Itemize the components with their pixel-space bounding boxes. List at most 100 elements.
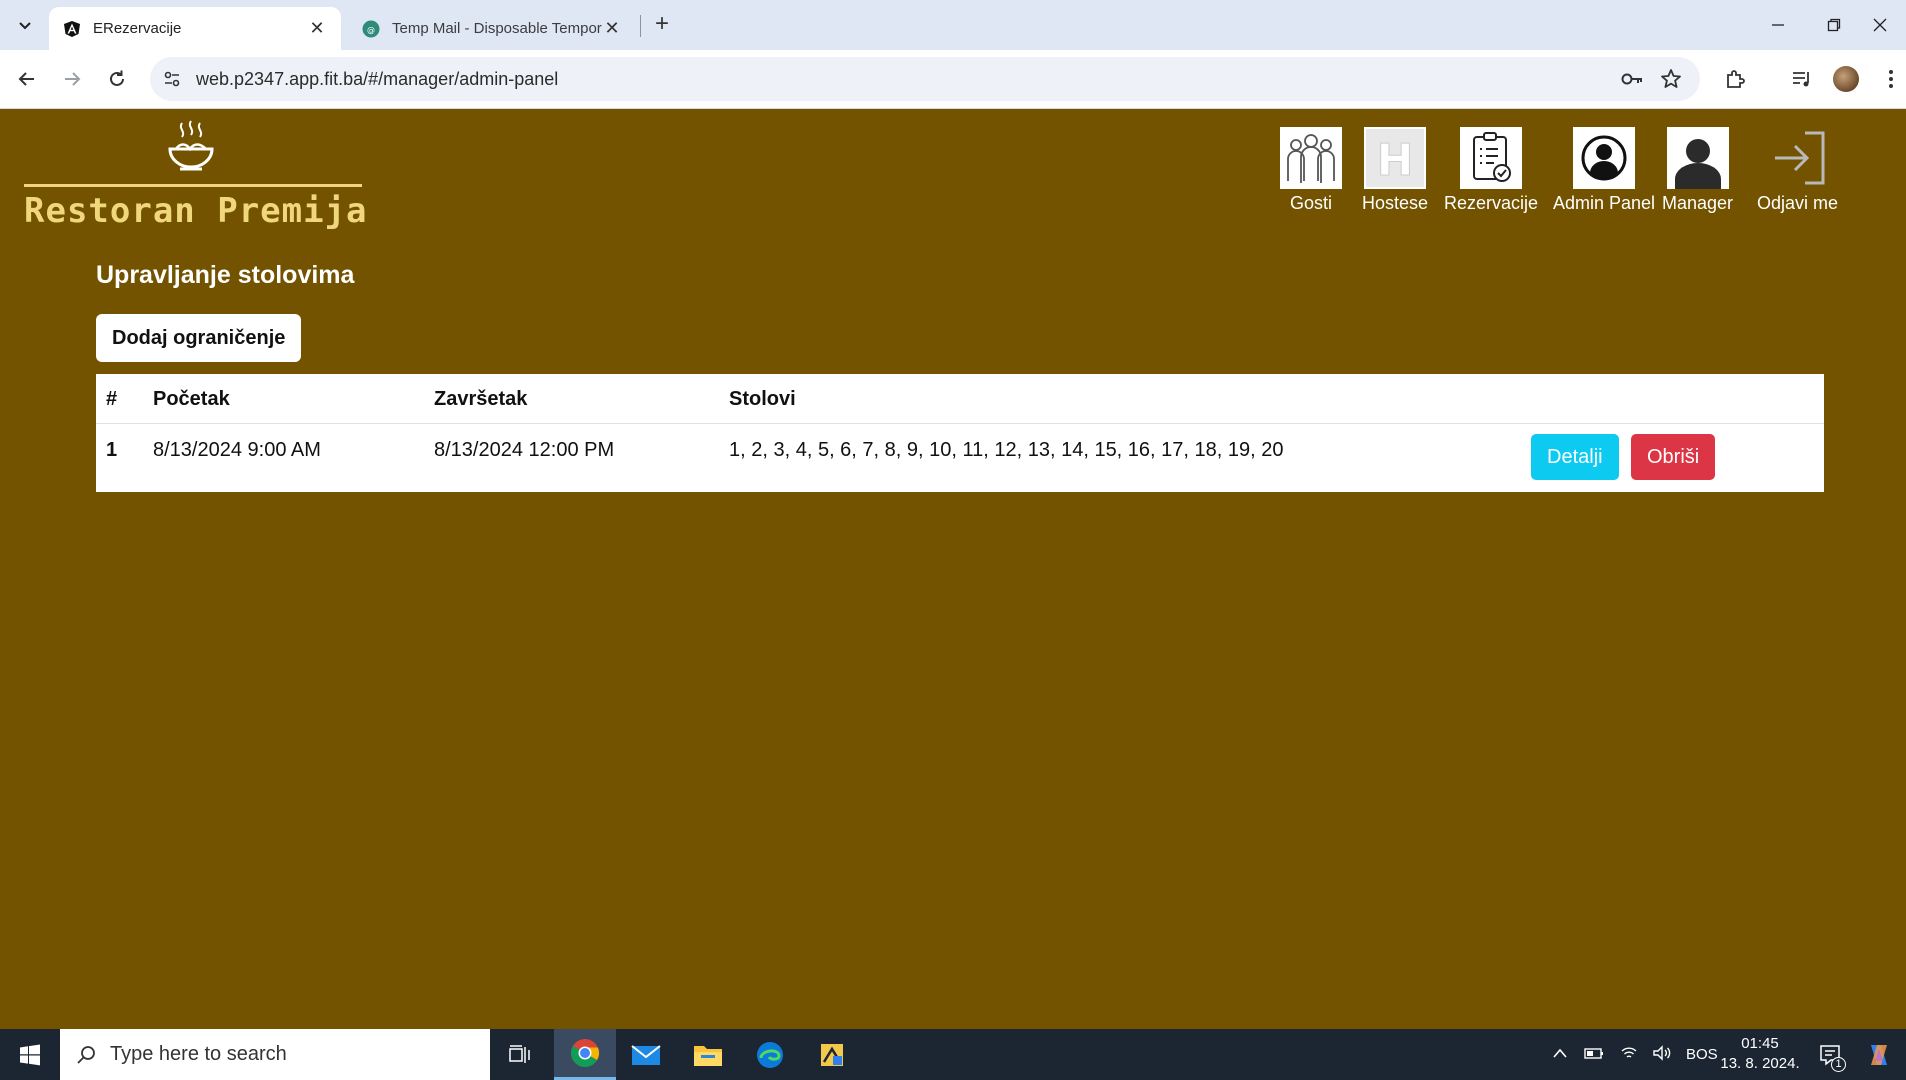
reservations-icon: [1460, 127, 1523, 189]
task-view-icon: [509, 1044, 530, 1063]
wifi-icon[interactable]: [1620, 1045, 1638, 1065]
chevron-down-icon: [19, 22, 31, 30]
puzzle-icon: [1727, 70, 1745, 88]
media-control-button[interactable]: [1787, 64, 1817, 94]
nav-manager[interactable]: Manager: [1662, 127, 1733, 214]
taskbar-clock[interactable]: 01:45 13. 8. 2024.: [1720, 1034, 1800, 1074]
nav-label: Admin Panel: [1553, 193, 1656, 213]
add-restriction-button[interactable]: Dodaj ograničenje: [96, 314, 302, 362]
row-start: 8/13/2024 9:00 AM: [153, 439, 321, 461]
restaurant-logo[interactable]: Restoran Premija: [24, 119, 367, 231]
guests-icon: [1280, 127, 1342, 189]
restore-icon: [1827, 18, 1841, 32]
close-window-button[interactable]: [1852, 8, 1906, 42]
system-tray: BOS: [1552, 1029, 1718, 1080]
close-icon: [1873, 18, 1887, 32]
app-icon: [821, 1043, 843, 1066]
profile-avatar[interactable]: [1833, 66, 1859, 92]
reload-icon: [110, 70, 124, 86]
nav-hostese[interactable]: H Hostese: [1362, 127, 1428, 214]
minimize-icon: [1772, 24, 1784, 26]
nav-label: Hostese: [1362, 193, 1429, 213]
table-header: # Početak Završetak Stolovi: [96, 374, 1824, 424]
tab-temp-mail[interactable]: @ Temp Mail - Disposable Temporary Email…: [352, 7, 632, 50]
notification-count: 1: [1831, 1057, 1846, 1072]
url-text: web.p2347.app.fit.ba/#/manager/admin-pan…: [196, 69, 559, 89]
nav-admin-panel[interactable]: Admin Panel: [1553, 127, 1655, 214]
site-settings-icon: [164, 71, 180, 87]
close-icon[interactable]: ✕: [602, 18, 622, 39]
brand-name: Restoran Premija: [24, 191, 368, 231]
row-tables: 1, 2, 3, 4, 5, 6, 7, 8, 9, 10, 11, 12, 1…: [729, 439, 1284, 461]
password-key-icon[interactable]: [1620, 69, 1644, 89]
battery-icon[interactable]: [1584, 1046, 1604, 1064]
taskbar-app-extra[interactable]: [804, 1029, 860, 1080]
volume-icon[interactable]: [1652, 1044, 1672, 1065]
temp-mail-icon: @: [362, 20, 380, 37]
admin-icon: [1573, 127, 1636, 189]
address-bar[interactable]: web.p2347.app.fit.ba/#/manager/admin-pan…: [150, 57, 1700, 101]
back-button[interactable]: [10, 62, 44, 96]
arrow-left-icon: [18, 72, 34, 86]
notification-center-button[interactable]: 1: [1810, 1029, 1850, 1080]
nav-gosti[interactable]: Gosti: [1280, 127, 1342, 214]
taskbar-mail[interactable]: [618, 1029, 674, 1080]
browser-toolbar: web.p2347.app.fit.ba/#/manager/admin-pan…: [0, 50, 1906, 109]
taskbar-file-explorer[interactable]: [680, 1029, 736, 1080]
table-row: 1 8/13/2024 9:00 AM 8/13/2024 12:00 PM 1…: [96, 424, 1824, 492]
row-end: 8/13/2024 12:00 PM: [434, 439, 615, 461]
mail-icon: [631, 1044, 661, 1065]
app-page: Restoran Premija Gosti H Hostese Rezerva…: [0, 109, 1906, 1029]
nav-label: Odjavi me: [1757, 193, 1839, 213]
nav-label: Gosti: [1289, 193, 1332, 213]
nav-odjavi-me[interactable]: Odjavi me: [1757, 127, 1838, 214]
copilot-button[interactable]: [1856, 1029, 1902, 1080]
row-num: 1: [106, 439, 118, 461]
tab-erezervacije[interactable]: ERezervacije ✕: [49, 7, 341, 50]
logout-icon: [1767, 127, 1829, 189]
nav-label: Rezervacije: [1444, 193, 1539, 213]
arrow-right-icon: [65, 72, 81, 86]
header-num: #: [106, 388, 118, 410]
forward-button[interactable]: [55, 62, 89, 96]
restrictions-table: # Početak Završetak Stolovi 1 8/13/2024 …: [96, 374, 1824, 492]
taskbar-edge[interactable]: [742, 1029, 798, 1080]
tab-search-button[interactable]: [10, 10, 40, 40]
extensions-button[interactable]: [1720, 64, 1750, 94]
manager-icon: [1666, 127, 1729, 189]
new-tab-button[interactable]: +: [648, 11, 676, 39]
header-start: Početak: [153, 388, 230, 410]
copilot-icon: [1871, 1044, 1887, 1065]
food-bowl-icon: [168, 120, 214, 171]
taskbar-search[interactable]: Type here to search: [60, 1029, 490, 1080]
windows-taskbar: Type here to search BOS 01:45 13. 8. 202…: [0, 1029, 1906, 1080]
taskbar-chrome[interactable]: [554, 1029, 616, 1080]
hostess-icon: H: [1364, 127, 1427, 189]
search-icon: [77, 1045, 95, 1064]
nav-rezervacije[interactable]: Rezervacije: [1444, 127, 1538, 214]
svg-text:@: @: [367, 25, 375, 34]
reload-button[interactable]: [100, 62, 134, 96]
start-button[interactable]: [10, 1039, 50, 1071]
header-end: Završetak: [434, 388, 528, 410]
chevron-up-icon[interactable]: [1552, 1046, 1568, 1063]
bookmark-star-icon[interactable]: [1660, 68, 1682, 90]
close-icon[interactable]: ✕: [307, 18, 327, 39]
tab-title: Temp Mail - Disposable Temporary Email: [392, 20, 602, 37]
angular-icon: [64, 20, 80, 37]
delete-button[interactable]: Obriši: [1631, 434, 1716, 480]
details-button[interactable]: Detalji: [1531, 434, 1619, 480]
browser-menu-button[interactable]: [1876, 64, 1906, 94]
edge-icon: [757, 1041, 783, 1068]
input-language[interactable]: BOS: [1686, 1046, 1718, 1063]
minimize-button[interactable]: [1750, 8, 1806, 42]
more-vert-icon: [1889, 70, 1893, 88]
browser-tabstrip: ERezervacije ✕ @ Temp Mail - Disposable …: [0, 0, 1906, 50]
windows-logo-icon: [20, 1044, 40, 1066]
task-view-button[interactable]: [492, 1029, 548, 1080]
tab-divider: [640, 15, 641, 37]
nav-label: Manager: [1662, 193, 1734, 213]
header-tables: Stolovi: [729, 388, 796, 410]
search-placeholder: Type here to search: [110, 1043, 287, 1065]
logo-rule: [24, 184, 362, 187]
